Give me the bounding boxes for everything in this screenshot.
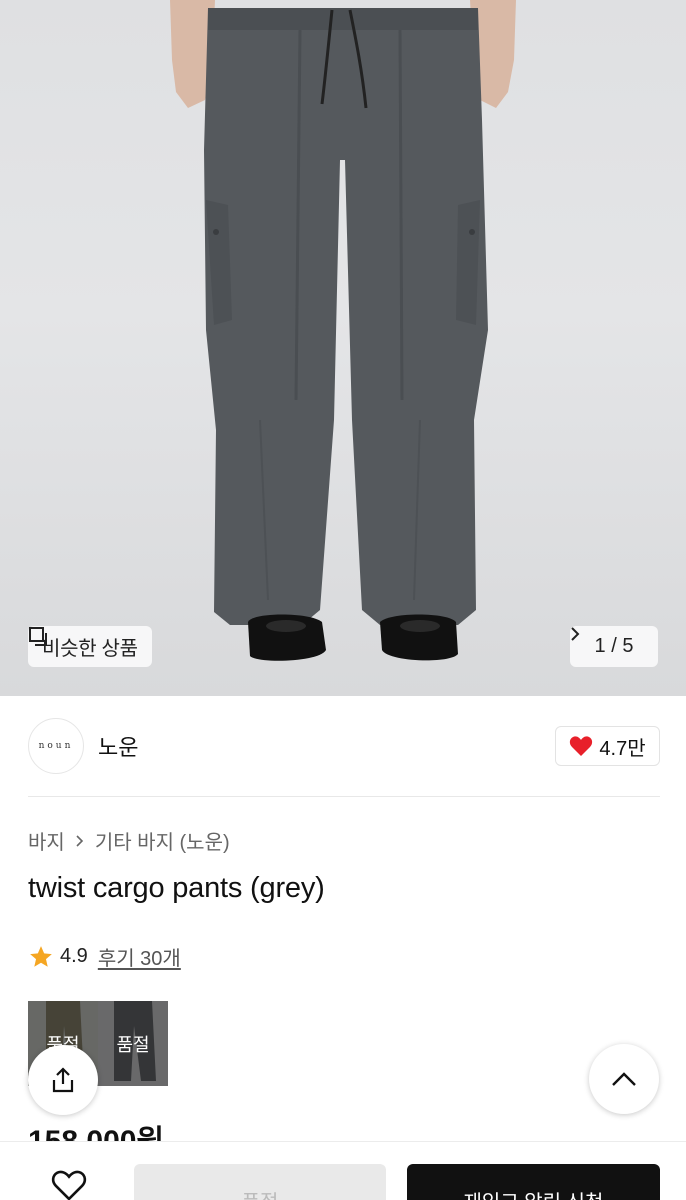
breadcrumb-subcategory[interactable]: 기타 바지 (노운) [95, 826, 230, 855]
variant-charcoal[interactable]: 품절 [98, 1001, 168, 1086]
chevron-right-icon [571, 627, 580, 641]
variant-sold-label: 품절 [116, 1035, 150, 1055]
brand-row[interactable]: noun 노운 4.7만 [28, 718, 660, 774]
soldout-label: 품절 [242, 1186, 279, 1200]
counter-current: 1 [594, 635, 606, 657]
soldout-button: 품절 [134, 1164, 386, 1200]
product-image[interactable]: 비슷한 상품 1 / 5 [0, 0, 686, 696]
breadcrumb-category[interactable]: 바지 [28, 826, 65, 855]
heart-filled-icon [570, 736, 593, 756]
similar-products-label: 비슷한 상품 [42, 638, 138, 660]
share-button[interactable] [28, 1045, 98, 1115]
chevron-up-icon [612, 1072, 636, 1086]
product-title: twist cargo pants (grey) [28, 872, 325, 904]
brand-name[interactable]: 노운 [98, 730, 138, 762]
chevron-right-icon [76, 834, 83, 847]
rating-value: 4.9 [60, 945, 88, 967]
copy-icon [29, 627, 47, 646]
counter-separator: / [611, 635, 617, 657]
reviews-link[interactable]: 후기 30개 [98, 942, 181, 971]
like-button[interactable]: 4.7만 [555, 726, 660, 766]
breadcrumb: 바지 기타 바지 (노운) [28, 826, 230, 855]
image-counter[interactable]: 1 / 5 [570, 626, 658, 667]
share-icon [52, 1067, 74, 1093]
scroll-top-button[interactable] [589, 1044, 659, 1114]
brand-logo[interactable]: noun [28, 718, 84, 774]
brand-logo-text: noun [38, 741, 74, 751]
product-photo [170, 0, 516, 661]
rating-row: 4.9 후기 30개 [28, 942, 181, 971]
divider [28, 796, 660, 797]
like-count: 4.7만 [599, 737, 646, 760]
heart-outline-icon [51, 1170, 87, 1200]
restock-label: 재입고 알림 신청 [464, 1186, 604, 1200]
star-icon [30, 945, 52, 967]
bottom-action-bar: 품절 재입고 알림 신청 [0, 1141, 686, 1200]
wishlist-button[interactable] [50, 1168, 88, 1200]
counter-total: 5 [622, 635, 634, 657]
similar-products-button[interactable]: 비슷한 상품 [28, 626, 152, 667]
restock-alert-button[interactable]: 재입고 알림 신청 [407, 1164, 660, 1200]
